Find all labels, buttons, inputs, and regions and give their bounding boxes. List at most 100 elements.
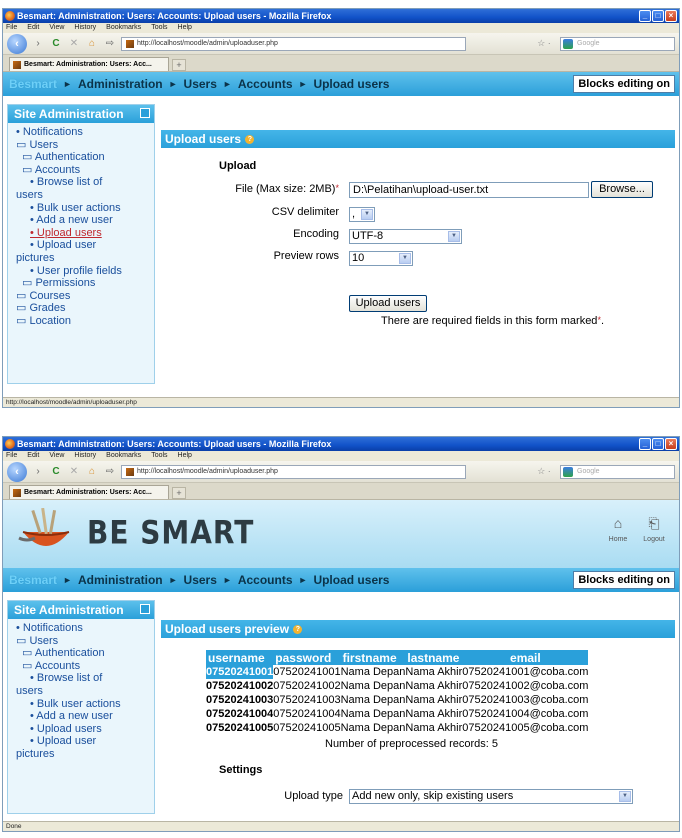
menu-bookmarks[interactable]: Bookmarks: [106, 451, 141, 461]
bookmark-arrow-icon[interactable]: ⇨: [103, 465, 117, 479]
block-toggle-icon[interactable]: [140, 108, 150, 118]
reload-icon[interactable]: C: [49, 37, 63, 51]
breadcrumb-home[interactable]: Besmart: [9, 573, 57, 587]
star-icon[interactable]: ☆ ·: [532, 466, 556, 477]
stop-icon[interactable]: ✕: [67, 465, 81, 479]
sidebar-item-accounts[interactable]: ▭ Accounts: [16, 164, 151, 177]
sidebar-item-browse-users-wrap[interactable]: users: [16, 685, 151, 698]
sidebar-item-courses[interactable]: ▭ Courses: [16, 290, 151, 303]
upload-type-select[interactable]: Add new only, skip existing users ▼: [349, 789, 633, 804]
breadcrumb-administration[interactable]: Administration: [78, 573, 163, 587]
sidebar-item-browse-users[interactable]: • Browse list of: [16, 176, 151, 189]
sidebar-item-bulk-actions[interactable]: • Bulk user actions: [16, 698, 151, 711]
sidebar-item-add-user[interactable]: • Add a new user: [16, 214, 151, 227]
stop-icon[interactable]: ✕: [67, 37, 81, 51]
new-tab-button[interactable]: +: [172, 59, 186, 71]
encoding-select[interactable]: UTF-8 ▼: [349, 229, 462, 244]
csv-delimiter-select[interactable]: , ▼: [349, 207, 375, 222]
menu-help[interactable]: Help: [178, 23, 192, 33]
sidebar-item-browse-users-wrap[interactable]: users: [16, 189, 151, 202]
menu-tools[interactable]: Tools: [151, 451, 167, 461]
home-icon[interactable]: ⌂: [85, 37, 99, 51]
sidebar-item-notifications[interactable]: • Notifications: [16, 126, 151, 139]
sidebar-item-browse-users[interactable]: • Browse list of: [16, 672, 151, 685]
sidebar-item-add-user[interactable]: • Add a new user: [16, 710, 151, 723]
sidebar-item-upload-pictures-wrap[interactable]: pictures: [16, 252, 151, 265]
breadcrumb-home[interactable]: Besmart: [9, 77, 57, 91]
blocks-editing-button[interactable]: Blocks editing on: [573, 75, 675, 93]
block-toggle-icon[interactable]: [140, 604, 150, 614]
menu-file[interactable]: File: [6, 451, 17, 461]
browser-tab[interactable]: Besmart: Administration: Users: Acc...: [9, 57, 169, 71]
sidebar-item-upload-pictures[interactable]: • Upload user: [16, 735, 151, 748]
sidebar-item-upload-pictures-wrap[interactable]: pictures: [16, 748, 151, 761]
menu-help[interactable]: Help: [178, 451, 192, 461]
browser-tab[interactable]: Besmart: Administration: Users: Acc...: [9, 485, 169, 499]
menu-view[interactable]: View: [49, 23, 64, 33]
breadcrumb-accounts[interactable]: Accounts: [238, 77, 293, 91]
back-arrow-icon[interactable]: ‹: [7, 461, 27, 482]
forward-arrow-icon[interactable]: ›: [31, 37, 45, 51]
bookmark-arrow-icon[interactable]: ⇨: [103, 37, 117, 51]
forward-arrow-icon[interactable]: ›: [31, 465, 45, 479]
maximize-button[interactable]: □: [652, 10, 664, 22]
menu-bookmarks[interactable]: Bookmarks: [106, 23, 141, 33]
blocks-editing-button[interactable]: Blocks editing on: [573, 571, 675, 589]
sidebar-item-upload-users[interactable]: • Upload users: [16, 723, 151, 736]
admin-tree: • Notifications ▭ Users ▭ Authentication…: [8, 123, 154, 334]
minimize-button[interactable]: _: [639, 438, 651, 450]
cell-password: 07520241005: [273, 722, 341, 734]
menu-edit[interactable]: Edit: [27, 451, 39, 461]
menu-file[interactable]: File: [6, 23, 17, 33]
sidebar-item-users[interactable]: ▭ Users: [16, 635, 151, 648]
sidebar-item-notifications[interactable]: • Notifications: [16, 622, 151, 635]
home-button[interactable]: ⌂ Home: [603, 512, 633, 543]
url-bar[interactable]: http://localhost/moodle/admin/uploaduser…: [121, 36, 466, 51]
url-bar[interactable]: http://localhost/moodle/admin/uploaduser…: [121, 464, 466, 479]
upload-users-button[interactable]: Upload users: [349, 295, 427, 312]
upload-preview-heading: Upload users preview ?: [161, 620, 675, 638]
sidebar-item-authentication[interactable]: ▭ Authentication: [16, 151, 151, 164]
sidebar-item-bulk-actions[interactable]: • Bulk user actions: [16, 202, 151, 215]
breadcrumb-users[interactable]: Users: [184, 77, 217, 91]
close-button[interactable]: ×: [665, 10, 677, 22]
new-tab-button[interactable]: +: [172, 487, 186, 499]
menu-edit[interactable]: Edit: [27, 23, 39, 33]
close-button[interactable]: ×: [665, 438, 677, 450]
star-icon[interactable]: ☆ ·: [532, 38, 556, 49]
settings-section-title: Settings: [219, 764, 263, 776]
breadcrumb-accounts[interactable]: Accounts: [238, 573, 293, 587]
menu-view[interactable]: View: [49, 451, 64, 461]
cell-email: 07520241001@coba.com: [462, 666, 589, 678]
breadcrumb-administration[interactable]: Administration: [78, 77, 163, 91]
col-lastname: lastname: [405, 650, 463, 665]
file-path-field[interactable]: D:\Pelatihan\upload-user.txt: [349, 182, 589, 198]
sidebar-item-accounts[interactable]: ▭ Accounts: [16, 660, 151, 673]
minimize-button[interactable]: _: [639, 10, 651, 22]
sidebar-item-upload-pictures[interactable]: • Upload user: [16, 239, 151, 252]
sidebar-item-profile-fields[interactable]: • User profile fields: [16, 265, 151, 278]
sidebar-item-upload-users[interactable]: • Upload users: [16, 227, 151, 240]
tab-title: Besmart: Administration: Users: Acc...: [24, 61, 152, 68]
maximize-button[interactable]: □: [652, 438, 664, 450]
sidebar-item-users[interactable]: ▭ Users: [16, 139, 151, 152]
breadcrumb-users[interactable]: Users: [184, 573, 217, 587]
menu-tools[interactable]: Tools: [151, 23, 167, 33]
back-arrow-icon[interactable]: ‹: [7, 33, 27, 54]
logout-button[interactable]: ⎗ Logout: [639, 512, 669, 543]
sidebar-item-location[interactable]: ▭ Location: [16, 315, 151, 328]
menu-history[interactable]: History: [74, 23, 96, 33]
search-input[interactable]: Google: [560, 36, 675, 51]
sidebar-item-grades[interactable]: ▭ Grades: [16, 302, 151, 315]
preview-rows-select[interactable]: 10 ▼: [349, 251, 413, 266]
help-icon[interactable]: ?: [293, 625, 303, 635]
menu-history[interactable]: History: [74, 451, 96, 461]
reload-icon[interactable]: C: [49, 465, 63, 479]
sidebar-item-permissions[interactable]: ▭ Permissions: [16, 277, 151, 290]
home-icon[interactable]: ⌂: [85, 465, 99, 479]
search-input[interactable]: Google: [560, 464, 675, 479]
help-icon[interactable]: ?: [245, 135, 255, 145]
sidebar-item-authentication[interactable]: ▭ Authentication: [16, 647, 151, 660]
site-logo-text[interactable]: BE SMART: [87, 514, 254, 552]
browse-button[interactable]: Browse...: [591, 181, 653, 198]
